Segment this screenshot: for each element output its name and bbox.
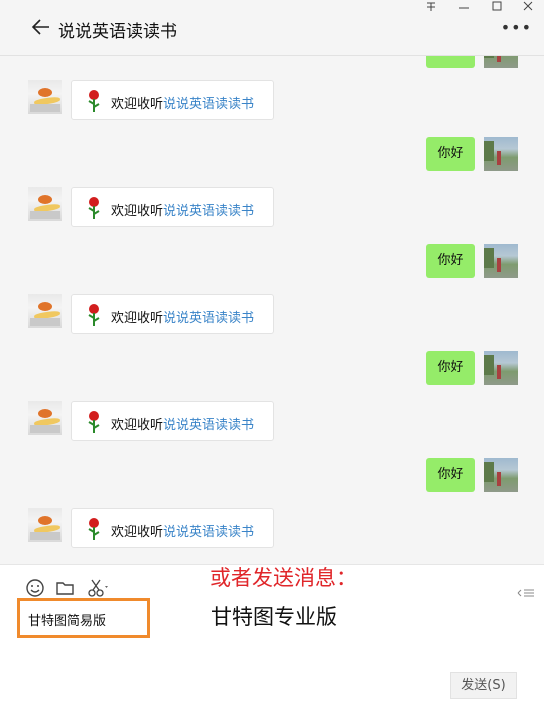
message-link[interactable]: 说说英语读读书 bbox=[163, 204, 254, 219]
message-link[interactable]: 说说英语读读书 bbox=[163, 311, 254, 326]
instruction-note: 或者发送消息： bbox=[210, 566, 357, 590]
message-text: 欢迎收听 bbox=[111, 418, 164, 433]
avatar[interactable] bbox=[28, 508, 62, 542]
message-input-text[interactable]: 甘特图简易版 bbox=[28, 610, 106, 629]
chat-bubble: 你好 bbox=[426, 244, 475, 278]
more-options-icon[interactable]: ••• bbox=[501, 20, 532, 36]
close-icon[interactable] bbox=[518, 0, 538, 14]
rose-icon bbox=[88, 518, 100, 540]
maximize-icon[interactable] bbox=[487, 0, 507, 14]
chat-bubble-partial bbox=[426, 56, 475, 68]
message-link[interactable]: 说说英语读读书 bbox=[163, 97, 254, 112]
chat-bubble: 欢迎收听说说英语读读书 bbox=[71, 508, 274, 548]
chat-bubble: 欢迎收听说说英语读读书 bbox=[71, 294, 274, 334]
message-link[interactable]: 说说英语读读书 bbox=[163, 525, 254, 540]
message-input-highlight[interactable]: 甘特图简易版 bbox=[17, 598, 150, 638]
send-button[interactable]: 发送(S) bbox=[450, 672, 517, 699]
chat-bubble: 你好 bbox=[426, 458, 475, 492]
chat-title: 说说英语读读书 bbox=[58, 22, 177, 42]
rose-icon bbox=[88, 411, 100, 433]
avatar[interactable] bbox=[28, 187, 62, 221]
chat-bubble: 欢迎收听说说英语读读书 bbox=[71, 401, 274, 441]
emoji-icon[interactable] bbox=[24, 577, 46, 599]
scissors-icon[interactable] bbox=[86, 577, 112, 599]
instruction-keyword: 甘特图专业版 bbox=[211, 605, 337, 629]
back-arrow-icon[interactable] bbox=[30, 16, 52, 38]
chat-bubble: 欢迎收听说说英语读读书 bbox=[71, 187, 274, 227]
minimize-icon[interactable] bbox=[454, 0, 474, 14]
avatar[interactable] bbox=[484, 137, 518, 171]
rose-icon bbox=[88, 197, 100, 219]
message-text: 欢迎收听 bbox=[111, 311, 164, 326]
avatar[interactable] bbox=[484, 244, 518, 278]
avatar[interactable] bbox=[484, 351, 518, 385]
message-text: 欢迎收听 bbox=[111, 204, 164, 219]
avatar[interactable] bbox=[484, 56, 518, 68]
chat-bubble: 你好 bbox=[426, 137, 475, 171]
chat-history-icon[interactable] bbox=[516, 586, 536, 600]
avatar[interactable] bbox=[28, 401, 62, 435]
composer: 或者发送消息： 甘特图专业版 甘特图简易版 发送(S) bbox=[0, 564, 544, 704]
title-bar: 说说英语读读书 ••• bbox=[0, 0, 544, 56]
chat-bubble: 欢迎收听说说英语读读书 bbox=[71, 80, 274, 120]
rose-icon bbox=[88, 90, 100, 112]
message-text: 欢迎收听 bbox=[111, 97, 164, 112]
pin-icon[interactable] bbox=[421, 0, 441, 14]
rose-icon bbox=[88, 304, 100, 326]
chat-bubble: 你好 bbox=[426, 351, 475, 385]
message-text: 欢迎收听 bbox=[111, 525, 164, 540]
folder-icon[interactable] bbox=[54, 577, 76, 599]
message-link[interactable]: 说说英语读读书 bbox=[163, 418, 254, 433]
avatar[interactable] bbox=[28, 80, 62, 114]
avatar[interactable] bbox=[484, 458, 518, 492]
avatar[interactable] bbox=[28, 294, 62, 328]
chat-history[interactable]: 欢迎收听说说英语读读书 你好 欢迎收听说说英语读读书 你好 欢迎收听说说英语读读… bbox=[0, 56, 544, 563]
